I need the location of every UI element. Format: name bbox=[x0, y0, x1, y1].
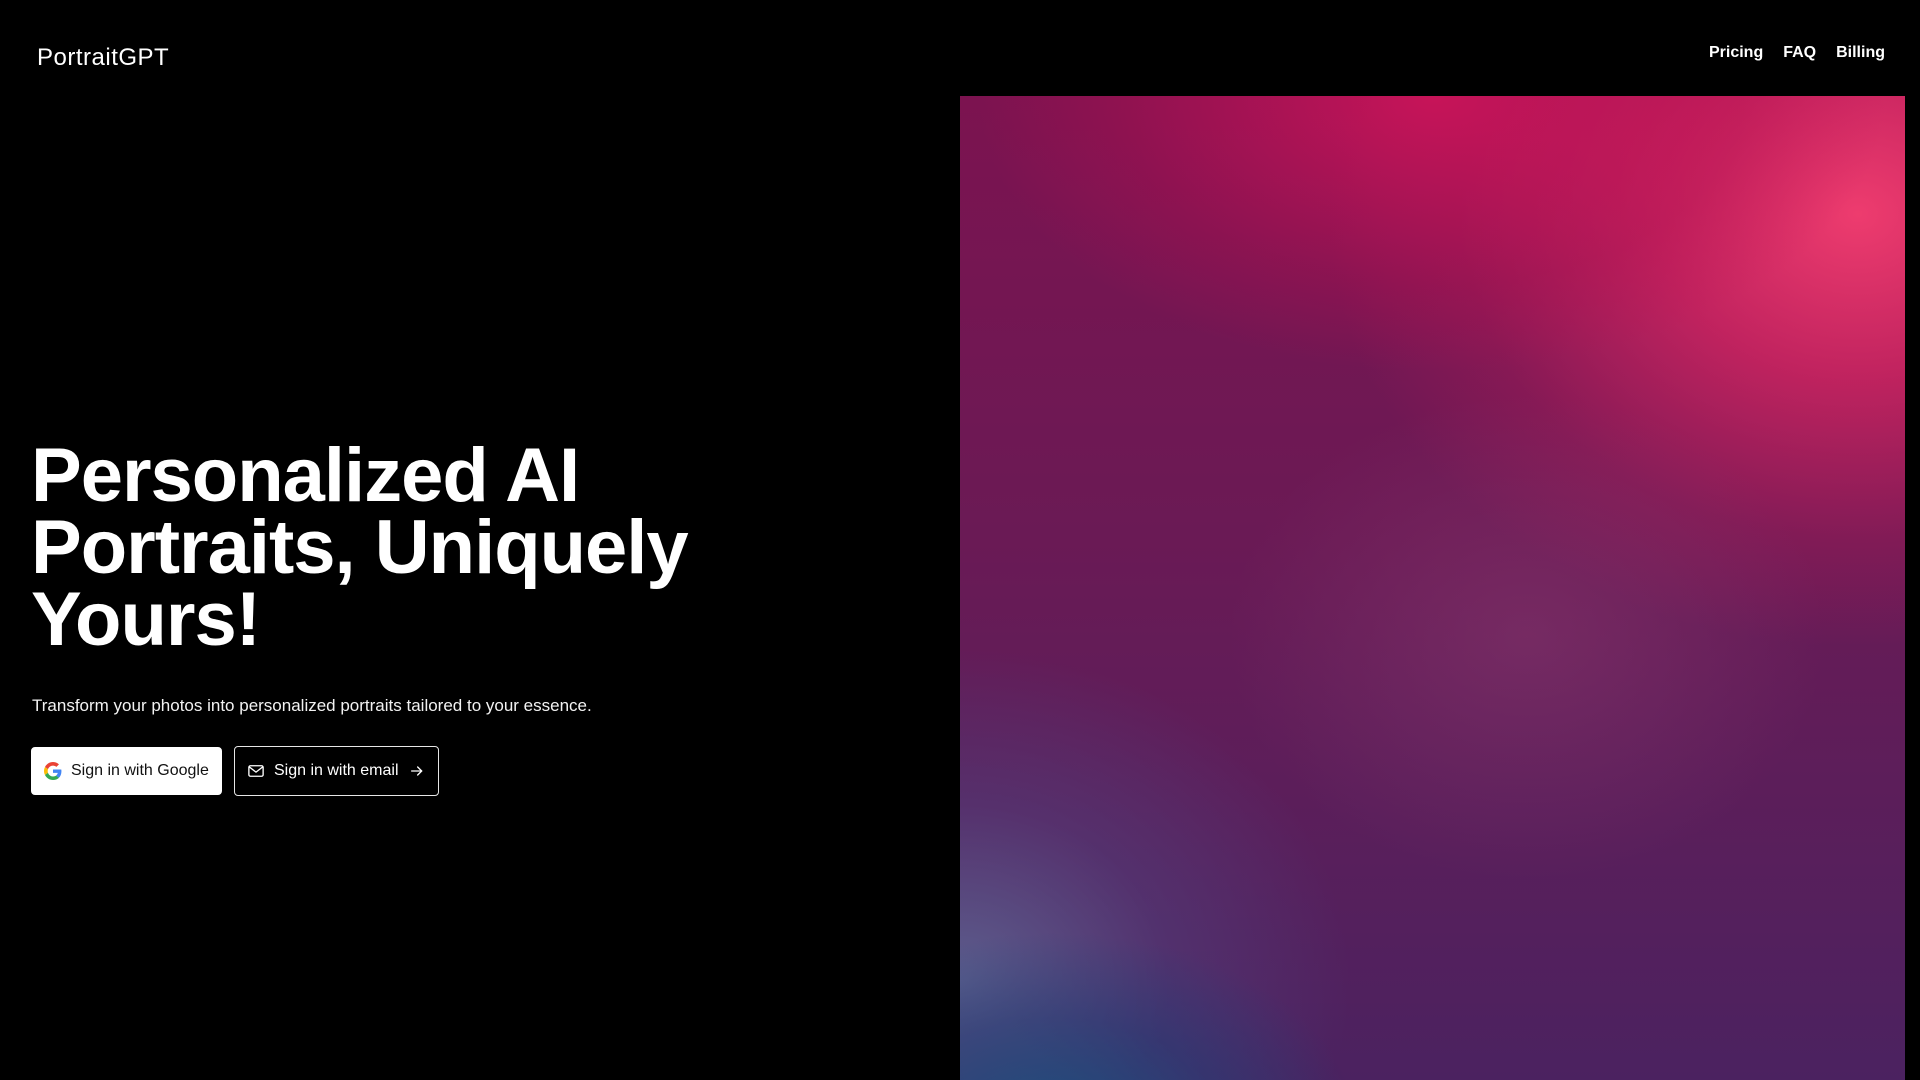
app-logo[interactable]: PortraitGPT bbox=[37, 44, 169, 72]
headline-line-3: Yours! bbox=[31, 577, 261, 662]
email-button-label: Sign in with email bbox=[274, 762, 399, 779]
top-nav: Pricing FAQ Billing bbox=[1709, 44, 1885, 62]
hero-headline: Personalized AI Portraits, Uniquely Your… bbox=[31, 438, 691, 658]
hero-subheading: Transform your photos into personalized … bbox=[32, 696, 592, 715]
sign-in-google-button[interactable]: Sign in with Google bbox=[31, 747, 222, 795]
sign-in-actions: Sign in with Google Sign in with email bbox=[31, 746, 791, 796]
nav-link-billing[interactable]: Billing bbox=[1836, 44, 1885, 62]
hero-gradient-image bbox=[960, 96, 1905, 1080]
mail-icon bbox=[247, 762, 265, 780]
sign-in-email-button[interactable]: Sign in with email bbox=[234, 746, 439, 796]
google-logo-icon bbox=[44, 762, 62, 780]
arrow-right-icon bbox=[408, 762, 426, 780]
gradient-mid-light bbox=[960, 96, 1905, 1080]
nav-link-pricing[interactable]: Pricing bbox=[1709, 44, 1763, 62]
hero-section: Personalized AI Portraits, Uniquely Your… bbox=[31, 438, 791, 796]
nav-link-faq[interactable]: FAQ bbox=[1783, 44, 1816, 62]
google-button-label: Sign in with Google bbox=[71, 762, 209, 779]
landing-page: PortraitGPT Pricing FAQ Billing Personal… bbox=[0, 0, 1920, 1080]
